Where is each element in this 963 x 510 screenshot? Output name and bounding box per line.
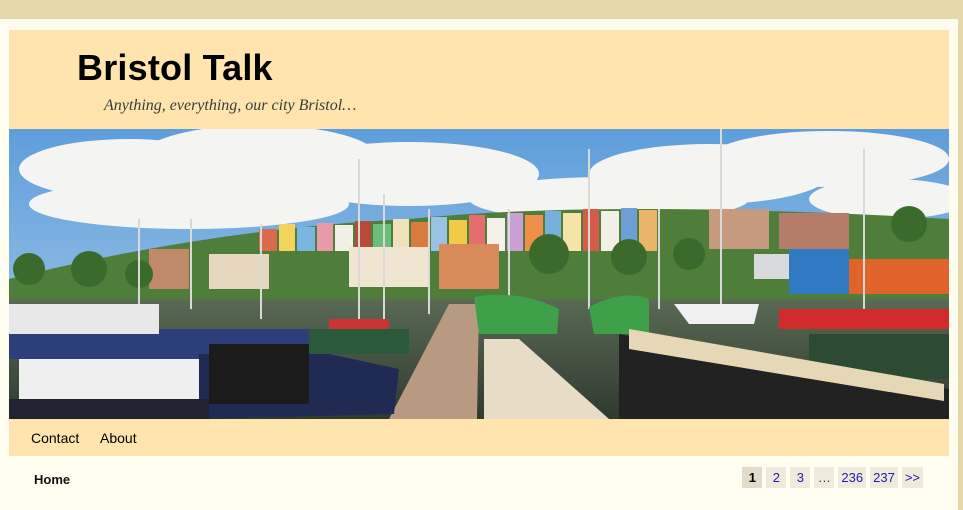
site-header: Bristol Talk Anything, everything, our c… bbox=[9, 30, 949, 129]
nav-link-about[interactable]: About bbox=[100, 430, 137, 446]
page-3-link[interactable]: 3 bbox=[790, 467, 811, 488]
site-title[interactable]: Bristol Talk bbox=[77, 47, 273, 89]
page-ellipsis: … bbox=[814, 467, 835, 488]
main-navigation: Contact About bbox=[9, 419, 949, 456]
nav-link-contact[interactable]: Contact bbox=[31, 430, 79, 446]
site-tagline: Anything, everything, our city Bristol… bbox=[104, 97, 357, 114]
header-banner-image bbox=[9, 129, 949, 419]
page-1-current: 1 bbox=[742, 467, 763, 488]
next-page-link[interactable]: >> bbox=[901, 467, 923, 488]
breadcrumb-home[interactable]: Home bbox=[34, 472, 70, 487]
page-container: Bristol Talk Anything, everything, our c… bbox=[0, 19, 958, 510]
page-2-link[interactable]: 2 bbox=[766, 467, 787, 488]
pagination: 1 2 3 … 236 237 >> bbox=[742, 467, 923, 488]
page-236-link[interactable]: 236 bbox=[838, 467, 867, 488]
page-237-link[interactable]: 237 bbox=[870, 467, 898, 488]
